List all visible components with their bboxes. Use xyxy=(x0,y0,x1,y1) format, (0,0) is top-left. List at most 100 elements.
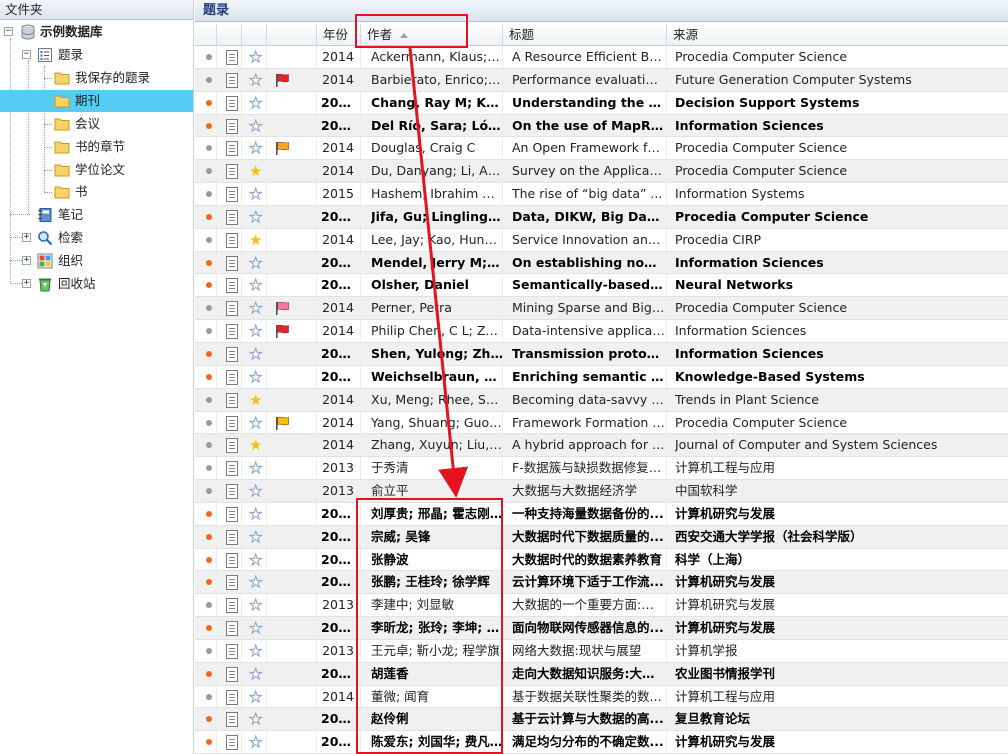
unread-status-icon[interactable] xyxy=(206,556,212,563)
table-row[interactable]: ★ 2014 董微; 闻育 基于数据关联性聚类的数... 计算机工程与应用 xyxy=(195,685,1008,709)
document-icon[interactable] xyxy=(226,164,238,180)
star-icon[interactable]: ★ xyxy=(248,595,262,615)
star-icon[interactable]: ★ xyxy=(249,161,262,181)
star-icon[interactable]: ★ xyxy=(248,641,262,661)
read-status-icon[interactable] xyxy=(206,693,212,700)
tree-item-conference[interactable]: 会议 xyxy=(0,113,193,135)
star-icon[interactable]: ★ xyxy=(248,298,262,318)
star-icon[interactable]: ★ xyxy=(248,618,262,638)
document-icon[interactable] xyxy=(226,369,238,385)
star-icon[interactable]: ★ xyxy=(248,184,262,204)
read-status-icon[interactable] xyxy=(206,488,212,495)
document-icon[interactable] xyxy=(226,598,238,614)
table-row[interactable]: ★ 2014 Douglas, Craig C An Open Framework f… xyxy=(195,137,1008,161)
flag-icon[interactable] xyxy=(274,141,290,156)
unread-status-icon[interactable] xyxy=(206,533,212,540)
document-icon[interactable] xyxy=(226,232,238,248)
column-read-status[interactable] xyxy=(195,24,217,46)
star-icon[interactable]: ★ xyxy=(248,367,262,387)
tree-item-notes[interactable]: 笔记 xyxy=(0,204,193,226)
column-source[interactable]: 来源 xyxy=(667,24,1008,46)
star-icon[interactable]: ★ xyxy=(248,321,262,341)
expand-icon[interactable]: + xyxy=(22,279,31,288)
star-icon[interactable]: ★ xyxy=(248,207,262,227)
document-icon[interactable] xyxy=(226,712,238,728)
star-icon[interactable]: ★ xyxy=(248,504,262,524)
document-icon[interactable] xyxy=(226,118,238,134)
table-row[interactable]: ★ 2014 Ackermann, Klaus; A... A Resource Ef… xyxy=(195,46,1008,69)
column-year[interactable]: 年份 xyxy=(317,24,361,46)
read-status-icon[interactable] xyxy=(206,76,212,83)
unread-status-icon[interactable] xyxy=(206,259,212,266)
star-icon[interactable]: ★ xyxy=(249,230,262,250)
document-icon[interactable] xyxy=(226,95,238,111)
table-row[interactable]: ★ 2014 Xu, Meng; Rhee, Se... Becoming data-… xyxy=(195,388,1008,412)
flag-icon[interactable] xyxy=(274,73,290,88)
table-row[interactable]: ★ 2013 宗威; 吴锋 大数据时代下数据质量的... 西安交通大学学报（社会科学版） xyxy=(195,525,1008,549)
star-icon[interactable]: ★ xyxy=(248,70,262,90)
tree-item-thesis[interactable]: 学位论文 xyxy=(0,159,193,181)
star-icon[interactable]: ★ xyxy=(248,47,262,67)
star-icon[interactable]: ★ xyxy=(248,138,262,158)
document-icon[interactable] xyxy=(226,72,238,88)
tree-item-my-saved[interactable]: 我保存的题录 xyxy=(0,67,193,89)
read-status-icon[interactable] xyxy=(206,145,212,152)
star-icon[interactable]: ★ xyxy=(248,458,262,478)
read-status-icon[interactable] xyxy=(206,168,212,175)
table-row[interactable]: ★ 2014 Philip Chen, C L; Zh... Data-intensi… xyxy=(195,320,1008,343)
table-row[interactable]: ★ 2013 于秀清 F-数据簇与缺损数据修复-... 计算机工程与应用 xyxy=(195,457,1008,481)
document-icon[interactable] xyxy=(226,666,238,682)
table-row[interactable]: ★ 2013 李建中; 刘显敏 大数据的一个重要方面:数... 计算机研究与发展 xyxy=(195,594,1008,618)
table-row[interactable]: ★ 2014 Chang, Ray M; Kauf. Understanding th… xyxy=(195,91,1008,115)
document-icon[interactable] xyxy=(226,461,238,477)
table-row[interactable]: ★ 2013 李昕龙; 张玲; 李坤; 王... 面向物联网传感器信息的... 计算机研… xyxy=(195,617,1008,640)
unread-status-icon[interactable] xyxy=(206,739,212,746)
table-row[interactable]: ★ 2014 Perner, Petra Mining Sparse and Big … xyxy=(195,297,1008,321)
table-row[interactable]: ★ 2014 Jifa, Gu; Lingling, Zh Data, DIKW, B… xyxy=(195,205,1008,229)
table-row[interactable]: ★ 2013 俞立平 大数据与大数据经济学 中国软科学 xyxy=(195,480,1008,503)
document-icon[interactable] xyxy=(226,735,238,751)
read-status-icon[interactable] xyxy=(206,236,212,243)
table-row[interactable]: ★ 2013 张静波 大数据时代的数据素养教育 科学（上海） xyxy=(195,548,1008,572)
unread-status-icon[interactable] xyxy=(206,373,212,380)
document-icon[interactable] xyxy=(226,209,238,225)
unread-status-icon[interactable] xyxy=(206,99,212,106)
table-row[interactable]: ★ 2014 Yang, Shuang; Guo, ... Framework For… xyxy=(195,411,1008,435)
flag-icon[interactable] xyxy=(274,301,290,316)
unread-status-icon[interactable] xyxy=(206,282,212,289)
read-status-icon[interactable] xyxy=(206,328,212,335)
star-icon[interactable]: ★ xyxy=(249,390,262,410)
document-icon[interactable] xyxy=(226,506,238,522)
star-icon[interactable]: ★ xyxy=(248,732,262,752)
tree-item-recycle-bin[interactable]: + 回收站 xyxy=(0,273,193,295)
table-row[interactable]: ★ 2014 Mendel, Jerry M; Ko On establishing … xyxy=(195,251,1008,275)
table-row[interactable]: ★ 2013 赵伶俐 基于云计算与大数据的高... 复旦教育论坛 xyxy=(195,708,1008,732)
star-icon[interactable]: ★ xyxy=(248,709,262,729)
star-icon[interactable]: ★ xyxy=(248,664,262,684)
table-row[interactable]: ★ 2014 Weichselbraun, A; G Enriching semant… xyxy=(195,365,1008,389)
collapse-icon[interactable]: − xyxy=(22,50,31,59)
table-row[interactable]: ★ 2013 陈爱东; 刘国华; 费凡; ... 满足均匀分布的不确定数... 计算机研… xyxy=(195,731,1008,754)
table-row[interactable]: ★ 2014 胡莲香 走向大数据知识服务:大数... 农业图书情报学刊 xyxy=(195,662,1008,686)
flag-icon[interactable] xyxy=(274,324,290,339)
star-icon[interactable]: ★ xyxy=(248,687,262,707)
unread-status-icon[interactable] xyxy=(206,716,212,723)
document-icon[interactable] xyxy=(226,415,238,431)
table-row[interactable]: ★ 2014 Du, Danyang; Li, Aih... Survey on th… xyxy=(195,160,1008,184)
document-icon[interactable] xyxy=(226,255,238,271)
star-icon[interactable]: ★ xyxy=(248,550,262,570)
document-icon[interactable] xyxy=(226,278,238,294)
star-icon[interactable]: ★ xyxy=(248,413,262,433)
table-row[interactable]: ★ 2014 Olsher, Daniel Semantically-based pr… xyxy=(195,274,1008,298)
unread-status-icon[interactable] xyxy=(206,625,212,632)
tree-item-journals[interactable]: 期刊 xyxy=(0,90,193,112)
tree-item-search[interactable]: + 检索 xyxy=(0,227,193,249)
document-icon[interactable] xyxy=(226,141,238,157)
column-star[interactable] xyxy=(242,24,267,46)
document-icon[interactable] xyxy=(226,529,238,545)
document-icon[interactable] xyxy=(226,324,238,340)
table-row[interactable]: ★ 2015 Hashem, Ibrahim Ab... The rise of “b… xyxy=(195,183,1008,206)
table-row[interactable]: ★ 2013 刘厚贵; 邢晶; 霍志刚; ... 一种支持海量数据备份的... 计算机研… xyxy=(195,502,1008,526)
column-author[interactable]: 作者 xyxy=(361,24,503,46)
document-icon[interactable] xyxy=(226,689,238,705)
